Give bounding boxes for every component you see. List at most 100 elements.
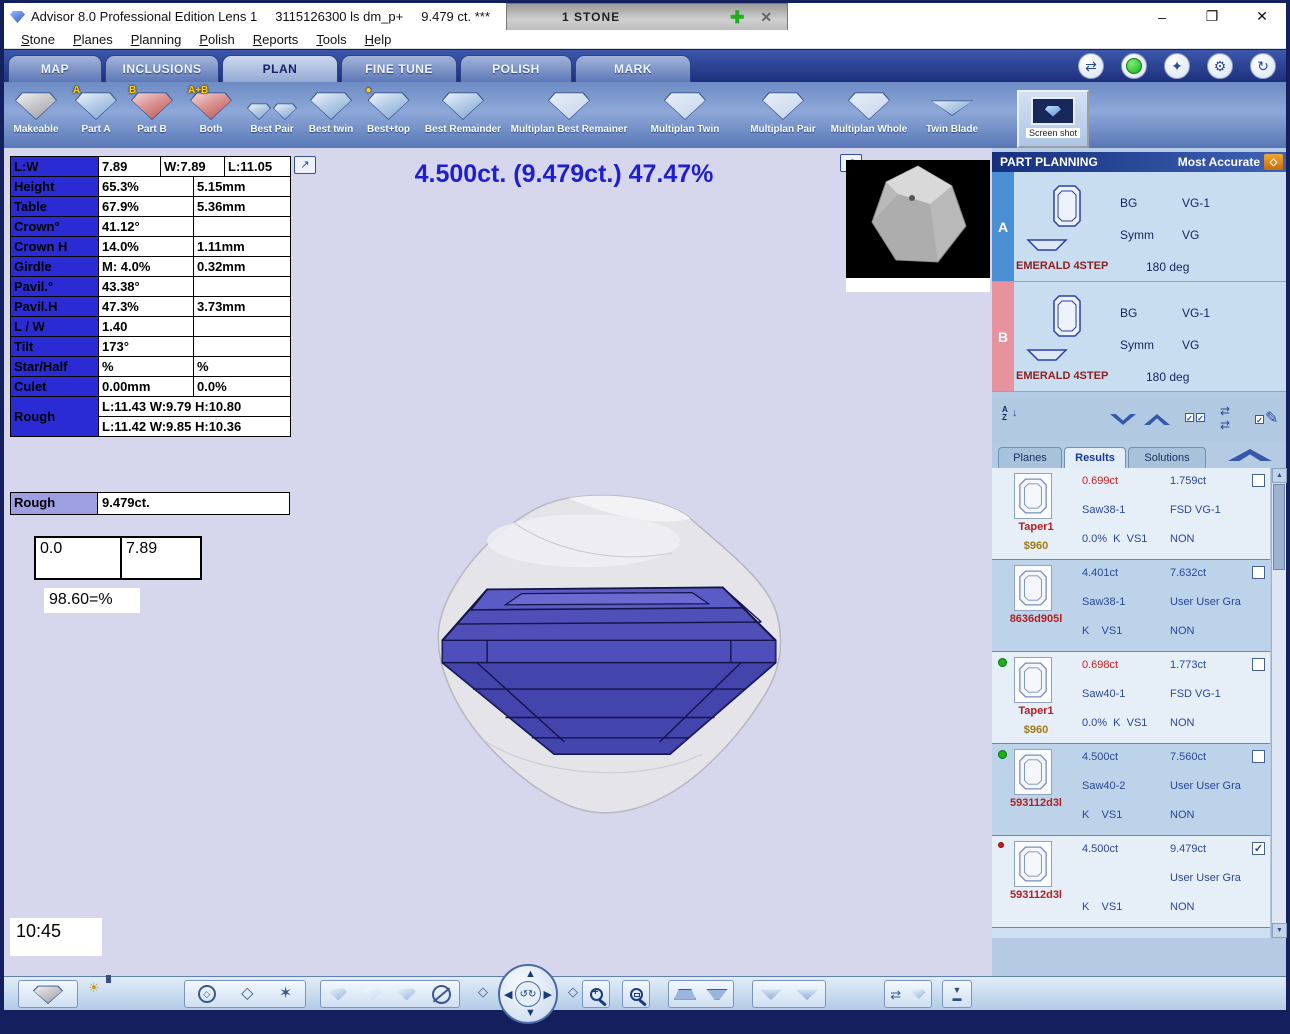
- maximize-button[interactable]: ❐: [1202, 8, 1222, 25]
- tab-map[interactable]: MAP: [8, 55, 102, 82]
- result-row[interactable]: 8636d905l 4.401ctSaw38-1K VS1 7.632ctUse…: [992, 560, 1270, 652]
- toolbar-best-top[interactable]: ●Best+top: [360, 90, 417, 135]
- results-tab-results[interactable]: Results: [1064, 447, 1126, 468]
- rotate-right-icon[interactable]: ▶: [544, 990, 552, 1001]
- part-angle: 180 deg: [1146, 370, 1189, 384]
- toolbar-part-a[interactable]: APart A: [68, 90, 124, 135]
- compare-arrows-icon[interactable]: ⇄⇄: [1220, 404, 1230, 432]
- tang-press-button[interactable]: ▼▬: [942, 980, 972, 1008]
- tab-plan[interactable]: PLAN: [222, 55, 338, 82]
- result-row[interactable]: Taper1 $960 0.699ctSaw38-10.0% K VS1 1.7…: [992, 468, 1270, 560]
- result-checkbox[interactable]: [1252, 658, 1265, 671]
- toolbar-part-b[interactable]: BPart B: [124, 90, 180, 135]
- toolbar-both[interactable]: A+BBoth: [180, 90, 242, 135]
- menu-polish[interactable]: Polish: [190, 32, 243, 47]
- rotate-left-diamond-icon[interactable]: ◇: [478, 985, 488, 998]
- part-b-view-icon[interactable]: [363, 988, 381, 1001]
- close-button[interactable]: ✕: [1252, 8, 1272, 25]
- measure-value: L:11.43 W:9.79 H:10.80: [99, 397, 291, 417]
- pavilion-view-icon[interactable]: [706, 989, 728, 1000]
- rotation-pad[interactable]: ◀ ▶ ▲ ▼ ↺↻: [498, 964, 558, 1024]
- table-view-icon[interactable]: ◇: [241, 986, 253, 1002]
- menu-planes[interactable]: Planes: [64, 32, 122, 47]
- chevron-down-icon[interactable]: [1110, 414, 1136, 425]
- scroll-thumb[interactable]: [1273, 484, 1285, 570]
- results-scrollbar[interactable]: ▲ ▼: [1271, 468, 1286, 938]
- tab-polish[interactable]: POLISH: [460, 55, 572, 82]
- rotate-up-icon[interactable]: ▲: [525, 969, 536, 980]
- tab-fine-tune[interactable]: FINE TUNE: [341, 55, 457, 82]
- toolbar-twin-blade[interactable]: Twin Blade: [913, 90, 991, 135]
- screenshot-button[interactable]: Screen shot: [1017, 90, 1089, 148]
- menu-help[interactable]: Help: [356, 32, 401, 47]
- scroll-down-icon[interactable]: ▼: [1272, 923, 1287, 938]
- result-row[interactable]: 593112d3l 4.500ctK VS1 9.479ctUser User …: [992, 836, 1270, 928]
- toolbar-multiplan-best-remainer[interactable]: Multiplan Best Remainer: [509, 90, 629, 135]
- stone-tab[interactable]: 1 STONE ✚ ✕: [506, 3, 788, 30]
- swap-parts-button[interactable]: ⇄: [884, 980, 932, 1008]
- makeable-view-button[interactable]: [18, 980, 78, 1008]
- accuracy-icon[interactable]: ◇: [1264, 154, 1283, 170]
- menu-tools[interactable]: Tools: [307, 32, 355, 47]
- facet-mark-icon[interactable]: ✎: [796, 988, 818, 1000]
- toolbar-makeable[interactable]: Makeable: [4, 90, 68, 135]
- refresh-button[interactable]: ↻: [1250, 53, 1276, 79]
- filter-edit-icon[interactable]: ✓✎: [1254, 408, 1278, 428]
- result-row[interactable]: 593112d3l 4.500ctSaw40-2K VS1 7.560ctUse…: [992, 744, 1270, 836]
- tab-inclusions[interactable]: INCLUSIONS: [105, 55, 219, 82]
- menu-reports[interactable]: Reports: [244, 32, 308, 47]
- menu-stone[interactable]: Stone: [12, 32, 64, 47]
- tab-mark[interactable]: MARK: [575, 55, 691, 82]
- part-section-a[interactable]: A EMERALD 4STEP BG VG-1 Symm VG 180 deg: [992, 172, 1286, 282]
- facets-view-icon[interactable]: ✶: [279, 986, 292, 1002]
- expand-table-button[interactable]: ↗: [294, 156, 316, 174]
- stone-3d-view[interactable]: [414, 488, 804, 818]
- spec-value: VG: [1182, 228, 1199, 242]
- main-tab-row: MAPINCLUSIONSPLANFINE TUNEPOLISHMARK ⇄ ✦…: [4, 50, 1286, 82]
- girdle-view-icon[interactable]: ◇: [198, 985, 216, 1003]
- girdle-mark-icon[interactable]: ✎: [760, 988, 782, 1000]
- zoom-region-button[interactable]: [622, 980, 650, 1008]
- chevron-up-icon[interactable]: [1144, 414, 1170, 425]
- both-parts-view-icon[interactable]: [398, 988, 416, 1001]
- toolbar-best-twin[interactable]: Best twin: [302, 90, 360, 135]
- scroll-up-icon[interactable]: ▲: [1272, 468, 1287, 483]
- add-stone-button[interactable]: ✚: [730, 9, 744, 26]
- toolbar-multiplan-whole[interactable]: Multiplan Whole: [825, 90, 913, 135]
- rotate-left-icon[interactable]: ◀: [504, 990, 512, 1001]
- measure-value: 0.32mm: [194, 257, 291, 277]
- spin-center-icon[interactable]: ↺↻: [515, 981, 541, 1007]
- result-checkbox[interactable]: [1252, 566, 1265, 579]
- collapse-panel-icon[interactable]: [1228, 449, 1272, 461]
- result-checkbox[interactable]: [1252, 750, 1265, 763]
- toolbar-best-remainder[interactable]: Best Remainder: [417, 90, 509, 135]
- part-section-b[interactable]: B EMERALD 4STEP BG VG-1 Symm VG 180 deg: [992, 282, 1286, 392]
- toolbar-multiplan-pair[interactable]: Multiplan Pair: [741, 90, 825, 135]
- toolbar-multiplan-twin[interactable]: Multiplan Twin: [629, 90, 741, 135]
- crown-view-icon[interactable]: [674, 989, 696, 1000]
- menu-planning[interactable]: Planning: [122, 32, 191, 47]
- multi-select-icon[interactable]: ✓✓: [1184, 408, 1206, 426]
- result-row[interactable]: Taper1 $960 0.698ctSaw40-10.0% K VS1 1.7…: [992, 652, 1270, 744]
- toolbar-best-pair[interactable]: Best Pair: [242, 90, 302, 135]
- pan-arrows-button[interactable]: ⇄: [1078, 53, 1104, 79]
- measure-row: Height65.3%5.15mm: [11, 177, 291, 197]
- results-tab-solutions[interactable]: Solutions: [1128, 447, 1206, 468]
- brightness-controls[interactable]: ☀: [88, 978, 106, 996]
- minimize-button[interactable]: –: [1152, 9, 1172, 25]
- result-plan-column: 4.500ctSaw40-2K VS1: [1082, 751, 1168, 838]
- status-light[interactable]: [1121, 53, 1147, 79]
- results-tab-planes[interactable]: Planes: [998, 447, 1062, 468]
- rotate-down-icon[interactable]: ▼: [525, 1008, 536, 1019]
- main-viewport[interactable]: L:W7.89W:7.89L:11.05Height65.3%5.15mmTab…: [4, 148, 992, 976]
- part-a-view-icon[interactable]: [329, 988, 347, 1001]
- result-checkbox[interactable]: [1252, 474, 1265, 487]
- sort-az-icon[interactable]: AZ↓: [1002, 406, 1008, 422]
- close-stone-button[interactable]: ✕: [760, 10, 772, 24]
- result-checkbox[interactable]: ✓: [1252, 842, 1265, 855]
- settings-button[interactable]: ⚙: [1207, 53, 1233, 79]
- saw-plane-icon[interactable]: [432, 985, 451, 1004]
- view-diamond-button[interactable]: ✦: [1164, 53, 1190, 79]
- rotate-right-diamond-icon[interactable]: ◇: [568, 985, 578, 998]
- zoom-in-button[interactable]: +: [582, 980, 610, 1008]
